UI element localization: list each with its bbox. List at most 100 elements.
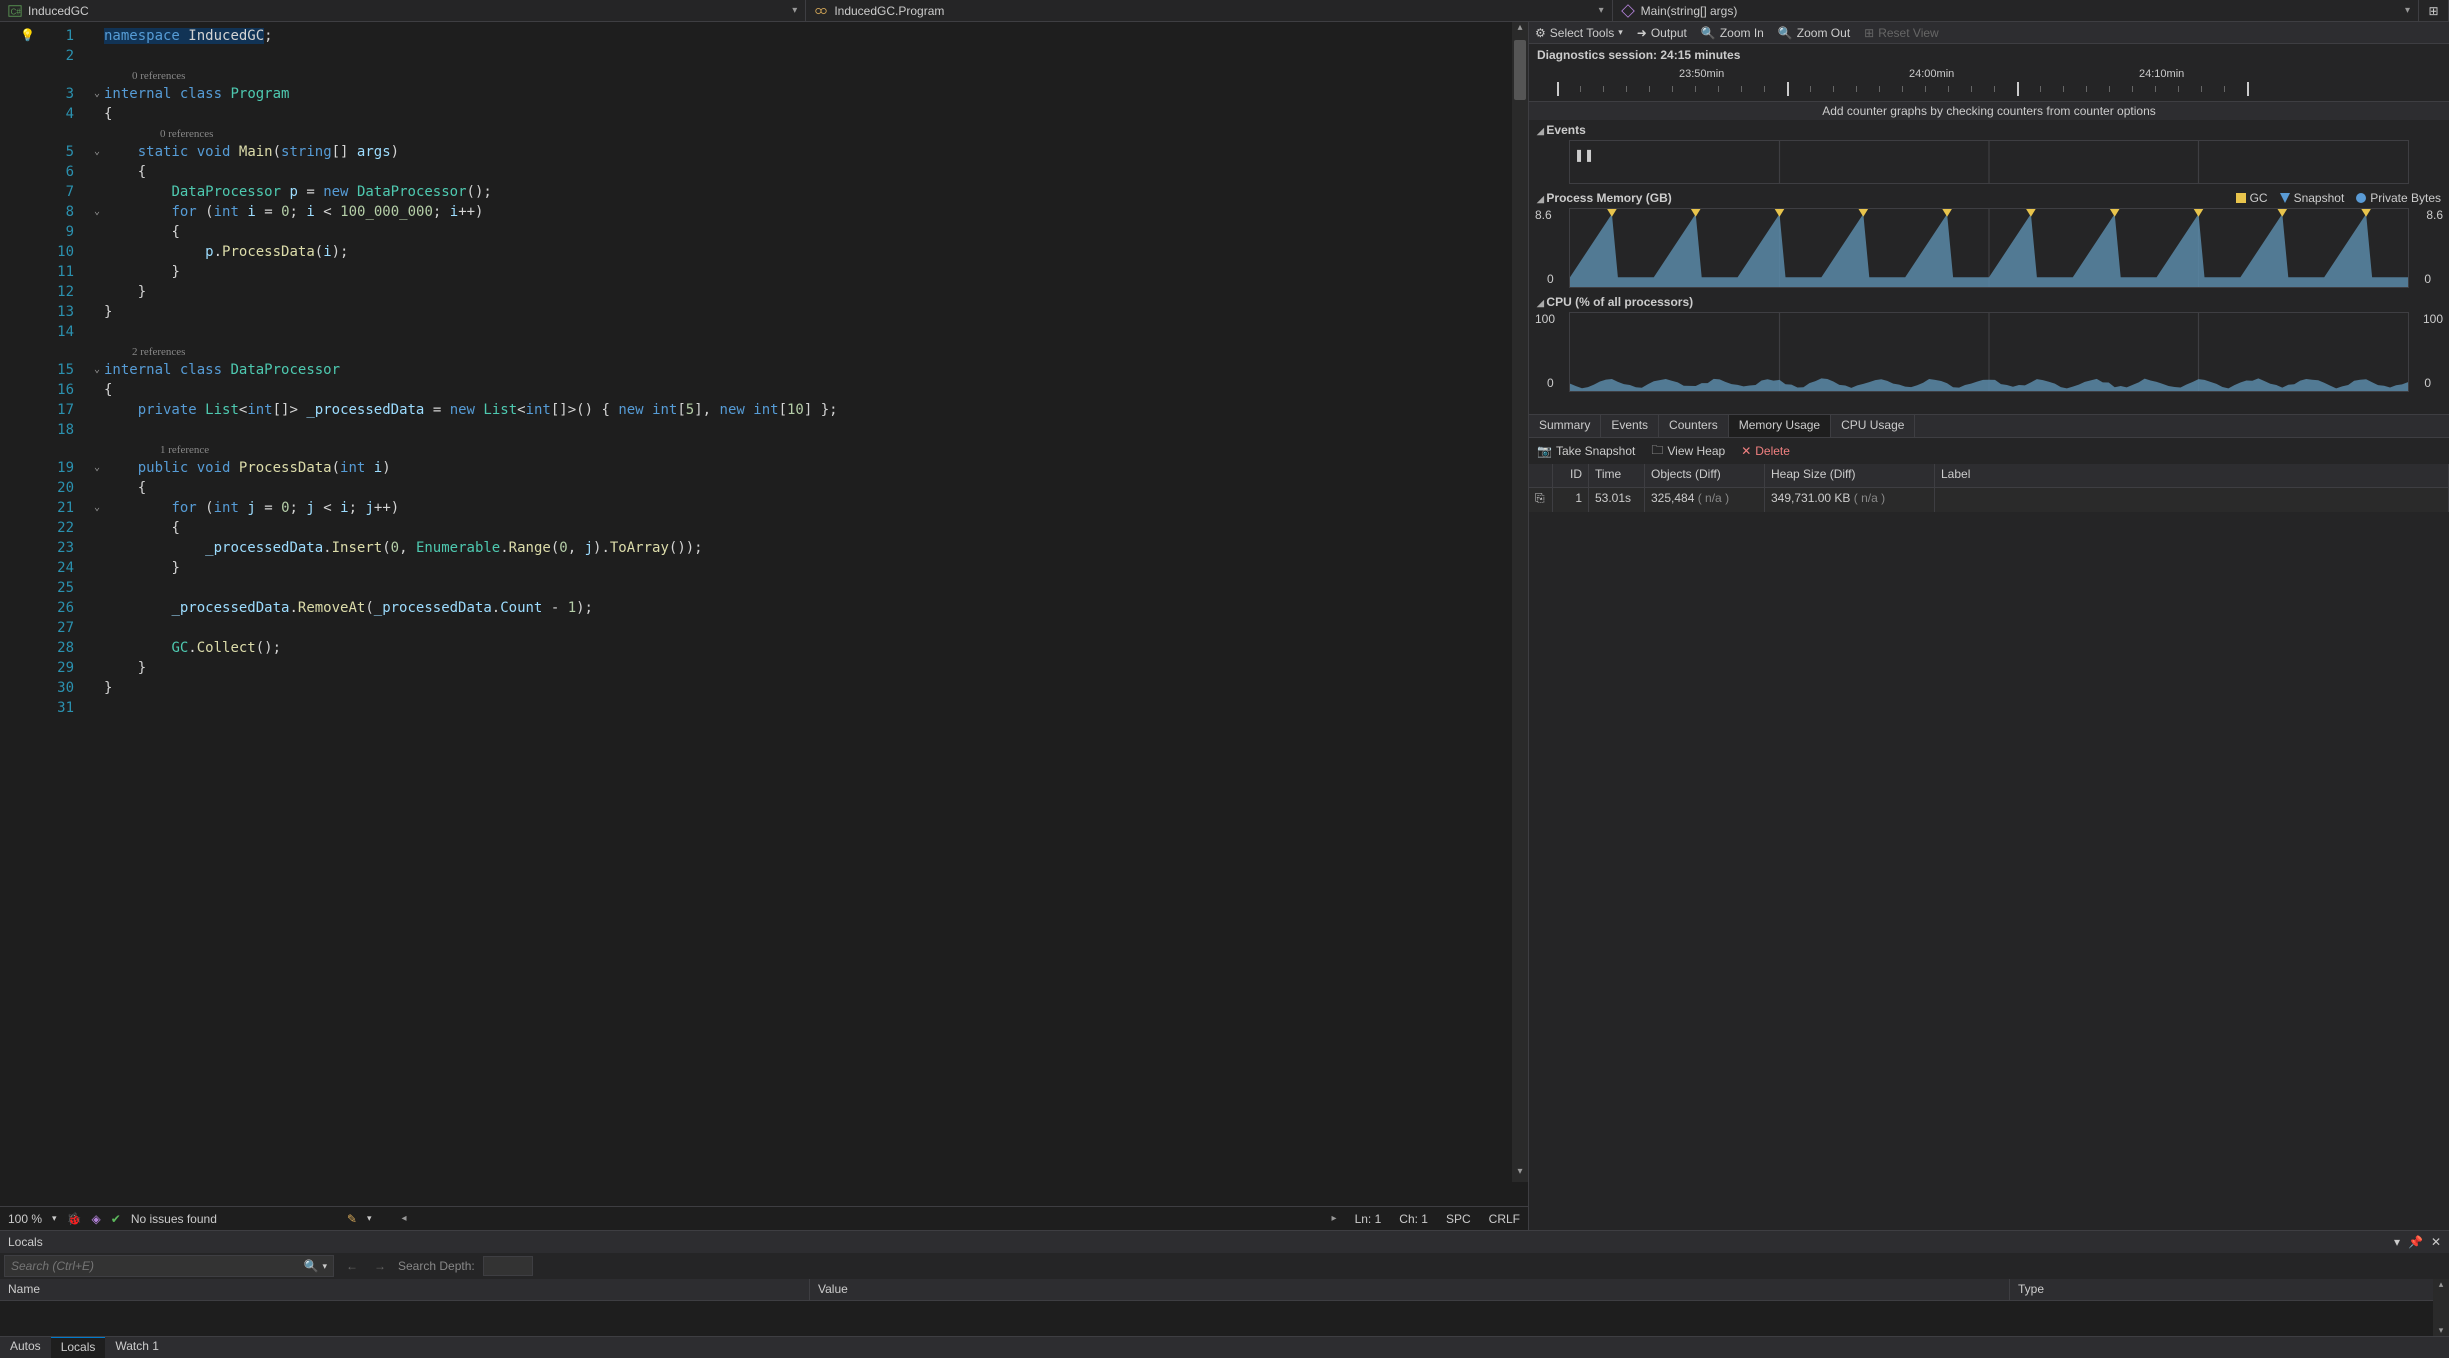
snap-objects[interactable]: 325,484 ( n/a ) (1645, 488, 1765, 512)
fold-toggle[interactable]: ⌄ (90, 202, 104, 222)
code-line[interactable]: } (104, 302, 1528, 322)
code-line[interactable]: internal class DataProcessor (104, 360, 1528, 380)
error-summary-icon[interactable]: 🐞 (67, 1212, 82, 1226)
code-body[interactable]: namespace InducedGC;0 referencesinternal… (104, 22, 1528, 1206)
pause-button[interactable]: ❚❚ (1574, 145, 1594, 165)
fold-toggle[interactable]: ⌄ (90, 498, 104, 518)
hscroll-left-icon[interactable]: ◂ (401, 1213, 406, 1224)
code-line[interactable]: public void ProcessData(int i) (104, 458, 1528, 478)
scroll-down-icon[interactable]: ▾ (1512, 1166, 1528, 1182)
events-graph[interactable]: ❚❚ (1569, 140, 2409, 184)
codelens[interactable]: 2 references (104, 342, 1528, 360)
scroll-up-icon[interactable]: ▴ (1512, 22, 1528, 38)
scrollbar-thumb[interactable] (1514, 40, 1526, 100)
code-line[interactable] (104, 618, 1528, 638)
memory-graph[interactable] (1569, 208, 2409, 288)
code-line[interactable]: internal class Program (104, 84, 1528, 104)
diag-tab-counters[interactable]: Counters (1659, 415, 1729, 437)
memory-section-header[interactable]: Process Memory (GB) GC Snapshot Private … (1529, 188, 2449, 208)
bottom-tab-watch-1[interactable]: Watch 1 (105, 1337, 169, 1358)
code-line[interactable]: { (104, 162, 1528, 182)
split-editor-button[interactable]: ⊞ (2419, 0, 2449, 21)
snap-heap[interactable]: 349,731.00 KB ( n/a ) (1765, 488, 1935, 512)
code-line[interactable] (104, 322, 1528, 342)
line-ending[interactable]: CRLF (1489, 1212, 1520, 1226)
code-line[interactable]: p.ProcessData(i); (104, 242, 1528, 262)
fold-toggle[interactable]: ⌄ (90, 458, 104, 478)
zoom-out-button[interactable]: 🔍 Zoom Out (1778, 26, 1850, 40)
lightbulb-icon[interactable]: 💡 (20, 28, 40, 42)
code-line[interactable]: { (104, 518, 1528, 538)
col-time[interactable]: Time (1589, 464, 1645, 487)
locals-search-box[interactable]: 🔍 ▾ (4, 1255, 334, 1277)
col-type[interactable]: Type (2010, 1279, 2449, 1300)
code-line[interactable]: DataProcessor p = new DataProcessor(); (104, 182, 1528, 202)
indent-mode[interactable]: SPC (1446, 1212, 1471, 1226)
take-snapshot-button[interactable]: 📷 Take Snapshot (1537, 444, 1635, 458)
zoom-in-button[interactable]: 🔍 Zoom In (1701, 26, 1764, 40)
search-input[interactable] (11, 1259, 304, 1273)
time-ruler[interactable]: 23:50min 24:00min 24:10min (1529, 66, 2449, 102)
locals-grid[interactable]: Name Value Type ▴ ▾ (0, 1279, 2449, 1336)
code-line[interactable]: } (104, 678, 1528, 698)
fold-toggle[interactable]: ⌄ (90, 84, 104, 104)
pencil-icon[interactable]: ✎ (347, 1212, 357, 1226)
delete-snapshot-button[interactable]: ✕ Delete (1741, 444, 1790, 458)
bottom-tab-locals[interactable]: Locals (51, 1337, 106, 1358)
vertical-scrollbar[interactable]: ▴ ▾ (1512, 22, 1528, 1182)
codelens[interactable]: 0 references (104, 124, 1528, 142)
diag-tab-events[interactable]: Events (1601, 415, 1659, 437)
nav-project-combo[interactable]: C# InducedGC ▾ (0, 0, 806, 21)
code-line[interactable]: for (int j = 0; j < i; j++) (104, 498, 1528, 518)
code-line[interactable]: { (104, 104, 1528, 124)
code-line[interactable]: for (int i = 0; i < 100_000_000; i++) (104, 202, 1528, 222)
hscroll-right-icon[interactable]: ▸ (1332, 1213, 1337, 1224)
close-icon[interactable]: ✕ (2431, 1235, 2441, 1249)
code-line[interactable]: static void Main(string[] args) (104, 142, 1528, 162)
snap-label[interactable] (1935, 488, 2449, 512)
col-label[interactable]: Label (1935, 464, 2449, 487)
cpu-graph[interactable] (1569, 312, 2409, 392)
col-id[interactable]: ID (1553, 464, 1589, 487)
diag-tab-summary[interactable]: Summary (1529, 415, 1601, 437)
fold-toggle[interactable]: ⌄ (90, 142, 104, 162)
snapshot-row[interactable]: ⎘153.01s325,484 ( n/a )349,731.00 KB ( n… (1529, 488, 2449, 512)
issues-text[interactable]: No issues found (131, 1212, 217, 1226)
scroll-down-icon[interactable]: ▾ (2433, 1325, 2449, 1336)
chevron-down-icon[interactable]: ▾ (367, 1213, 372, 1224)
code-line[interactable]: namespace InducedGC; (104, 26, 1528, 46)
nav-method-combo[interactable]: Main(string[] args) ▾ (1613, 0, 2419, 21)
code-line[interactable]: GC.Collect(); (104, 638, 1528, 658)
code-line[interactable]: private List<int[]> _processedData = new… (104, 400, 1528, 420)
output-button[interactable]: ➜ Output (1637, 26, 1687, 40)
locals-scrollbar[interactable]: ▴ ▾ (2433, 1279, 2449, 1336)
fold-toggle[interactable]: ⌄ (90, 360, 104, 380)
toggle-icon[interactable]: ◈ (92, 1212, 101, 1226)
col-objects[interactable]: Objects (Diff) (1645, 464, 1765, 487)
code-line[interactable]: _processedData.Insert(0, Enumerable.Rang… (104, 538, 1528, 558)
col-value[interactable]: Value (810, 1279, 2010, 1300)
code-line[interactable]: _processedData.RemoveAt(_processedData.C… (104, 598, 1528, 618)
cpu-section-header[interactable]: CPU (% of all processors) (1529, 292, 2449, 312)
chevron-down-icon[interactable]: ▾ (322, 1261, 327, 1272)
nav-class-combo[interactable]: InducedGC.Program ▾ (806, 0, 1612, 21)
select-tools-button[interactable]: ⚙ Select Tools ▾ (1535, 26, 1623, 40)
code-line[interactable] (104, 698, 1528, 718)
code-area[interactable]: 💡 12345678910111213141516171819202122232… (0, 22, 1528, 1206)
view-heap-button[interactable]: 🗀 View Heap (1651, 441, 1725, 462)
code-line[interactable] (104, 46, 1528, 66)
col-name[interactable]: Name (0, 1279, 810, 1300)
code-line[interactable]: } (104, 282, 1528, 302)
code-line[interactable] (104, 420, 1528, 440)
zoom-level[interactable]: 100 % (8, 1212, 42, 1226)
code-line[interactable]: { (104, 380, 1528, 400)
code-line[interactable]: { (104, 478, 1528, 498)
diag-tab-memory-usage[interactable]: Memory Usage (1729, 415, 1831, 437)
code-line[interactable] (104, 578, 1528, 598)
bottom-tab-autos[interactable]: Autos (0, 1337, 51, 1358)
codelens[interactable]: 1 reference (104, 440, 1528, 458)
codelens[interactable]: 0 references (104, 66, 1528, 84)
pin-icon[interactable]: 📌 (2408, 1235, 2423, 1249)
diag-tab-cpu-usage[interactable]: CPU Usage (1831, 415, 1915, 437)
code-line[interactable]: { (104, 222, 1528, 242)
